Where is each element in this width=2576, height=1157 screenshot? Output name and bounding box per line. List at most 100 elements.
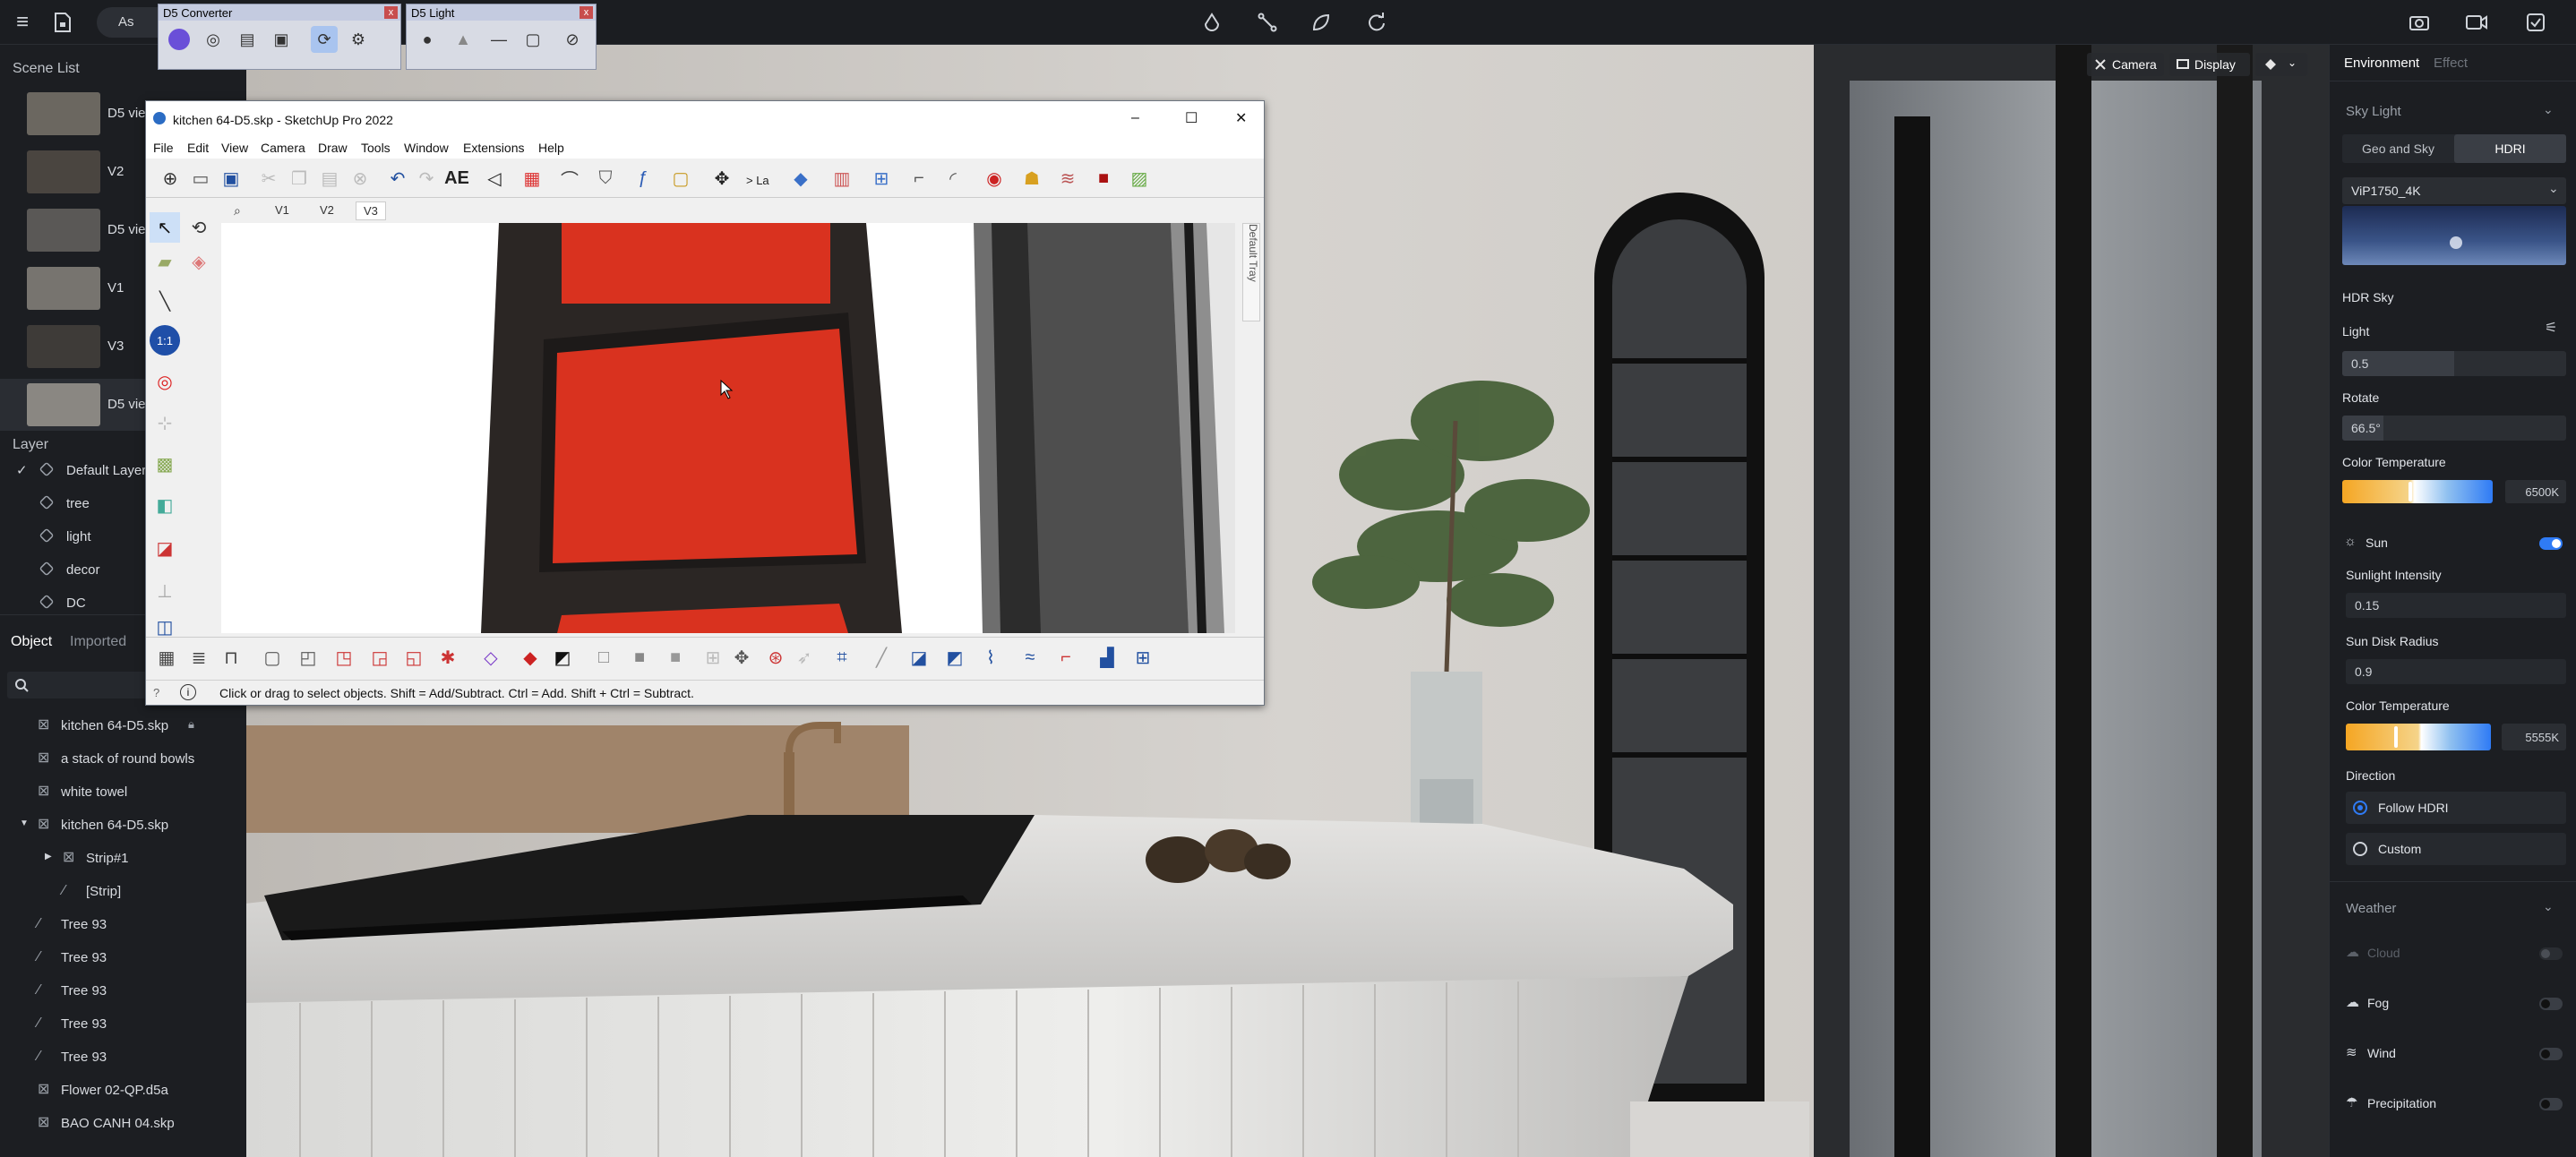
direction-follow-hdri[interactable]: Follow HDRI: [2346, 792, 2566, 824]
menu-view[interactable]: View: [221, 141, 248, 155]
sun-disk-radius-input[interactable]: 0.9: [2346, 659, 2566, 684]
target-icon[interactable]: ◉: [979, 163, 1009, 193]
character-icon[interactable]: ☗: [1017, 163, 1047, 193]
cut-icon[interactable]: ✂: [253, 163, 284, 193]
steps-icon[interactable]: ▟: [1092, 642, 1122, 673]
pencil-icon[interactable]: ╱: [866, 642, 897, 673]
paint-icon[interactable]: ▰: [150, 246, 180, 277]
weather-item[interactable]: ☂ Precipitation: [2330, 1085, 2576, 1121]
weather-item[interactable]: ☁ Cloud: [2330, 935, 2576, 971]
sun-toggle[interactable]: [2539, 537, 2563, 550]
pointer-icon[interactable]: ➶: [789, 642, 820, 673]
redo-icon[interactable]: ↷: [411, 163, 442, 193]
weather-item[interactable]: ☁ Fog: [2330, 985, 2576, 1021]
settings-icon[interactable]: ⚙: [345, 26, 372, 53]
door-icon[interactable]: ▥: [827, 163, 857, 193]
camera-icon[interactable]: [2406, 9, 2433, 36]
spot-light-icon[interactable]: ▲: [450, 26, 477, 53]
save-icon[interactable]: ▣: [216, 163, 246, 193]
layers-stack-icon[interactable]: ≣: [184, 642, 214, 673]
stairs-icon[interactable]: ⊥: [150, 576, 180, 606]
walls-icon[interactable]: ▦: [151, 642, 182, 673]
bend-icon[interactable]: ◜: [938, 163, 968, 193]
direction-custom[interactable]: Custom: [2346, 833, 2566, 865]
ae-icon[interactable]: AE: [442, 163, 472, 193]
rotate-icon[interactable]: ⊛: [760, 642, 791, 673]
menu-help[interactable]: Help: [538, 141, 564, 155]
file-icon[interactable]: [49, 9, 76, 36]
menu-file[interactable]: File: [153, 141, 174, 155]
sketchup-model-canvas[interactable]: [221, 223, 1235, 633]
d5-logo-icon[interactable]: [166, 26, 193, 53]
object-item[interactable]: ⊠ kitchen 64-D5.skp 🔒︎: [0, 709, 246, 742]
paste-icon[interactable]: ▤: [314, 163, 345, 193]
select-tool-icon[interactable]: ↖: [150, 212, 180, 243]
measure-icon[interactable]: ⊞: [698, 642, 728, 673]
scale-tool-icon[interactable]: 1:1: [150, 325, 180, 356]
sliders-icon[interactable]: ⚟: [2545, 319, 2557, 337]
chair-icon[interactable]: ⊓: [216, 642, 246, 673]
tab-environment[interactable]: Environment: [2344, 56, 2419, 71]
shaded-icon[interactable]: ■: [660, 642, 691, 673]
open-file-icon[interactable]: ▭: [185, 163, 216, 193]
object-item[interactable]: ⊠ a stack of round bowls: [0, 742, 246, 776]
color-temperature-slider[interactable]: [2342, 480, 2493, 503]
menu-extensions[interactable]: Extensions: [463, 141, 524, 155]
curve-icon[interactable]: ⌐: [904, 163, 934, 193]
grid-view-icon[interactable]: ⊞: [1128, 642, 1158, 673]
sun-color-temperature-slider[interactable]: [2346, 724, 2491, 750]
group-icon[interactable]: ◳: [329, 642, 359, 673]
function-icon[interactable]: ƒ: [628, 163, 658, 193]
object-item[interactable]: ∕ Tree 93: [0, 1041, 246, 1074]
erase-icon[interactable]: ⊗: [345, 163, 375, 193]
grid-snap-icon[interactable]: ⊹: [150, 407, 180, 438]
menu-camera[interactable]: Camera: [261, 141, 305, 155]
undo-icon[interactable]: ↶: [382, 163, 413, 193]
path-icon[interactable]: [1254, 9, 1281, 36]
scene-tab-v2[interactable]: V2: [320, 203, 334, 217]
tag-layer-icon[interactable]: ◇: [476, 642, 506, 673]
rotate-slider[interactable]: 66.5°: [2342, 416, 2566, 441]
check-icon[interactable]: ✓: [16, 462, 28, 478]
move-icon[interactable]: ✥: [726, 642, 757, 673]
hamburger-menu-icon[interactable]: ≡: [9, 9, 36, 36]
copy-icon[interactable]: ❐: [284, 163, 314, 193]
default-tray-tab[interactable]: Default Tray: [1242, 223, 1260, 321]
style-icon[interactable]: ◩: [547, 642, 578, 673]
object-item[interactable]: ∕ Tree 93: [0, 974, 246, 1007]
package-icon[interactable]: ▢: [665, 163, 696, 193]
color-temperature-thumb[interactable]: [2409, 482, 2412, 501]
question-icon[interactable]: ?: [153, 686, 159, 699]
point-light-icon[interactable]: ●: [414, 26, 441, 53]
strip-light-icon[interactable]: —: [485, 26, 512, 53]
light-slider[interactable]: 0.5: [2342, 351, 2566, 376]
menu-tools[interactable]: Tools: [361, 141, 391, 155]
section-icon[interactable]: ▦: [517, 163, 547, 193]
terrain-icon[interactable]: ▩: [150, 449, 180, 479]
sunlight-intensity-input[interactable]: 0.15: [2346, 593, 2566, 618]
object-item[interactable]: ∕ Tree 93: [0, 1007, 246, 1041]
video-icon[interactable]: [2463, 9, 2490, 36]
object-item[interactable]: ▼ ⊠ kitchen 64-D5.skp: [0, 809, 246, 842]
nest-icon[interactable]: ◱: [399, 642, 429, 673]
color-temperature-input[interactable]: 6500K: [2505, 480, 2566, 503]
flip-icon[interactable]: ◪: [904, 642, 934, 673]
menu-edit[interactable]: Edit: [187, 141, 209, 155]
grid-tool-icon[interactable]: ⊞: [866, 163, 897, 193]
la-label[interactable]: > La: [746, 174, 769, 187]
view-sync-icon[interactable]: ⟳: [311, 26, 338, 53]
wave-icon[interactable]: ≈: [1015, 642, 1045, 673]
hdri-select[interactable]: ViP1750_4K ⌄: [2342, 177, 2566, 204]
d5-converter-titlebar[interactable]: D5 Converter x: [159, 4, 400, 21]
tab-effect[interactable]: Effect: [2434, 56, 2468, 71]
tab-geo-and-sky[interactable]: Geo and Sky: [2342, 134, 2454, 163]
orbit-icon[interactable]: ⟲: [184, 212, 214, 243]
tab-imported[interactable]: Imported: [70, 634, 126, 650]
sync-icon[interactable]: ◎: [200, 26, 227, 53]
hide-light-icon[interactable]: ⊘: [559, 26, 586, 53]
cube-icon[interactable]: ◆: [786, 163, 816, 193]
check-icon[interactable]: [2522, 9, 2549, 36]
info-icon[interactable]: i: [180, 684, 196, 700]
tab-hdri[interactable]: HDRI: [2454, 134, 2566, 163]
maximize-button[interactable]: ☐: [1185, 109, 1198, 127]
